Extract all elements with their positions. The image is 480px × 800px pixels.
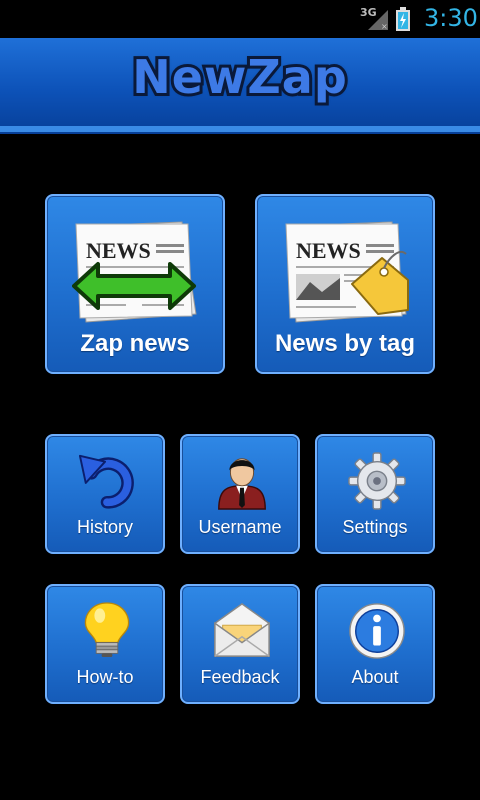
how-to-label: How-to bbox=[76, 667, 134, 687]
feedback-button[interactable]: Feedback bbox=[180, 584, 300, 704]
signal-icon: × bbox=[368, 10, 388, 30]
status-bar: 3G × 3:30 bbox=[0, 0, 480, 38]
username-label: Username bbox=[198, 517, 282, 537]
svg-text:×: × bbox=[381, 22, 388, 30]
newspaper-headline: NEWS bbox=[296, 238, 361, 263]
clock: 3:30 bbox=[424, 4, 478, 32]
how-to-button[interactable]: How-to bbox=[45, 584, 165, 704]
feedback-label: Feedback bbox=[200, 667, 280, 687]
settings-label: Settings bbox=[342, 517, 408, 537]
username-button[interactable]: Username bbox=[180, 434, 300, 554]
zap-news-button[interactable]: NEWS Zap news bbox=[45, 194, 225, 374]
about-label: About bbox=[351, 667, 399, 687]
info-icon bbox=[349, 603, 405, 659]
user-icon bbox=[218, 458, 266, 510]
about-button[interactable]: About bbox=[315, 584, 435, 704]
header-divider bbox=[0, 126, 480, 132]
newspaper-tag-icon: NEWS bbox=[285, 221, 409, 323]
lightbulb-icon bbox=[84, 602, 130, 657]
gear-icon bbox=[348, 452, 406, 510]
history-label: History bbox=[76, 517, 133, 537]
history-button[interactable]: History bbox=[45, 434, 165, 554]
newspaper-headline: NEWS bbox=[86, 238, 151, 263]
newspaper-arrows-icon: NEWS bbox=[72, 221, 197, 323]
settings-button[interactable]: Settings bbox=[315, 434, 435, 554]
undo-arrow-icon bbox=[78, 454, 134, 509]
battery-charging-icon bbox=[396, 7, 410, 31]
envelope-icon bbox=[214, 603, 270, 657]
app-title: NewZap bbox=[129, 47, 350, 107]
zap-news-label: Zap news bbox=[80, 330, 190, 357]
news-by-tag-label: News by tag bbox=[274, 330, 416, 357]
news-by-tag-button[interactable]: NEWS News by tag bbox=[255, 194, 435, 374]
